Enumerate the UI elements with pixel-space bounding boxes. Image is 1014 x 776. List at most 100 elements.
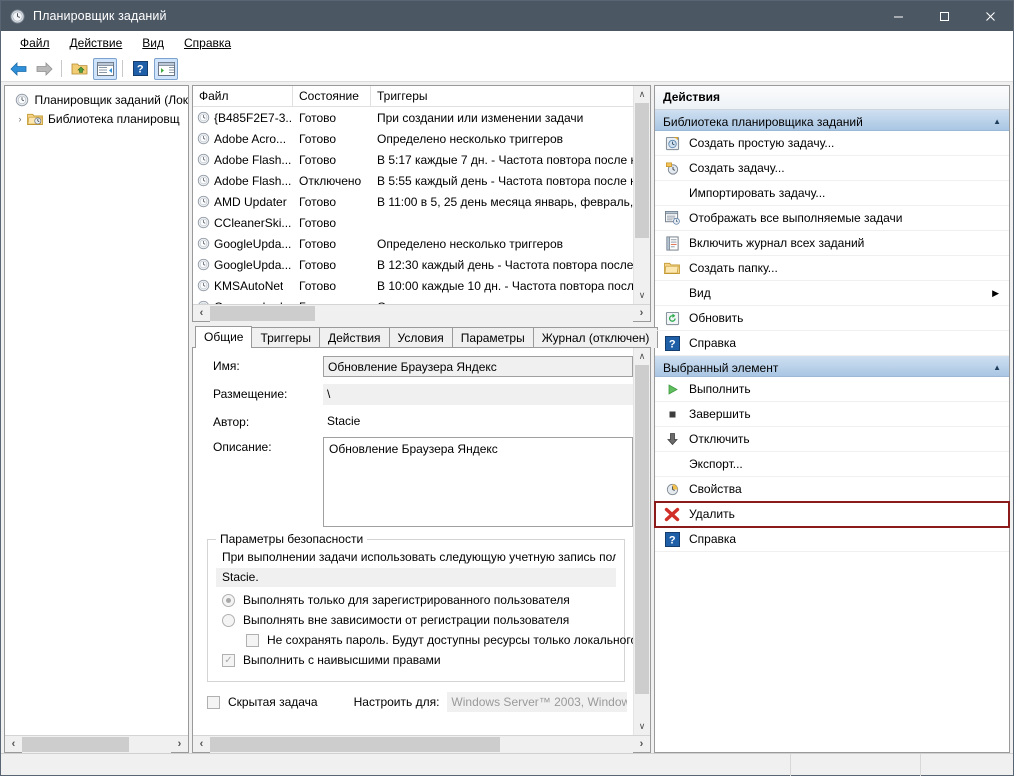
close-button[interactable] bbox=[967, 1, 1013, 31]
task-list-vscroll-thumb[interactable] bbox=[635, 103, 649, 238]
clock-icon bbox=[197, 111, 210, 124]
show-console-tree-icon[interactable] bbox=[93, 57, 117, 80]
tab-settings[interactable]: Параметры bbox=[451, 327, 534, 348]
scroll-left-icon[interactable]: ‹ bbox=[193, 305, 210, 322]
table-row[interactable]: Opera sched... Готово Определено несколь… bbox=[193, 296, 633, 304]
tab-history[interactable]: Журнал (отключен) bbox=[532, 327, 659, 348]
action-create-task[interactable]: Создать задачу... bbox=[655, 156, 1009, 181]
action-disable[interactable]: Отключить bbox=[655, 427, 1009, 452]
tab-general[interactable]: Общие bbox=[195, 326, 253, 348]
table-row[interactable]: Adobe Acro... Готово Определено нескольк… bbox=[193, 128, 633, 149]
chevron-up-icon[interactable]: ▲ bbox=[993, 363, 1001, 372]
details-vertical-scrollbar[interactable]: ∧ ∨ bbox=[633, 348, 650, 735]
menu-action[interactable]: Действие bbox=[60, 33, 133, 53]
scroll-left-icon[interactable]: ‹ bbox=[193, 736, 210, 753]
action-create-basic-task[interactable]: Создать простую задачу... bbox=[655, 131, 1009, 156]
minimize-button[interactable] bbox=[875, 1, 921, 31]
option-run-regardless[interactable]: Выполнять вне зависимости от регистрации… bbox=[222, 613, 616, 627]
action-export[interactable]: Экспорт... bbox=[655, 452, 1009, 477]
task-list-vscroll-track[interactable] bbox=[634, 103, 650, 287]
hidden-task-checkbox[interactable] bbox=[207, 695, 220, 709]
scroll-up-icon[interactable]: ∧ bbox=[634, 348, 650, 365]
tree-item-task-scheduler-library[interactable]: › Библиотека планировщ bbox=[5, 109, 188, 128]
option-do-not-store-password[interactable]: Не сохранять пароль. Будут доступны ресу… bbox=[246, 633, 633, 647]
back-arrow-icon[interactable] bbox=[6, 58, 30, 80]
action-label: Создать папку... bbox=[689, 261, 778, 275]
details-horizontal-scrollbar[interactable]: ‹ › bbox=[193, 735, 650, 753]
column-header-state[interactable]: Состояние bbox=[293, 86, 371, 106]
details-vscroll-thumb[interactable] bbox=[635, 365, 649, 694]
tab-triggers[interactable]: Триггеры bbox=[251, 327, 320, 348]
scroll-up-icon[interactable]: ∧ bbox=[634, 86, 650, 103]
tab-conditions[interactable]: Условия bbox=[388, 327, 453, 348]
menu-file[interactable]: Файл bbox=[10, 33, 60, 53]
task-list-vertical-scrollbar[interactable]: ∧ ∨ bbox=[633, 86, 650, 304]
action-properties[interactable]: Свойства bbox=[655, 477, 1009, 502]
configure-for-dropdown[interactable]: Windows Server™ 2003, Windows® bbox=[447, 692, 628, 712]
tree-horizontal-scrollbar[interactable]: ‹ › bbox=[5, 735, 188, 753]
submenu-arrow-icon[interactable]: ▶ bbox=[992, 288, 999, 299]
table-row[interactable]: CCleanerSki... Готово bbox=[193, 212, 633, 233]
action-create-folder[interactable]: Создать папку... bbox=[655, 256, 1009, 281]
scroll-right-icon[interactable]: › bbox=[633, 305, 650, 322]
menu-help[interactable]: Справка bbox=[174, 33, 241, 53]
details-hscroll-thumb[interactable] bbox=[210, 736, 500, 752]
radio-icon[interactable] bbox=[222, 613, 235, 627]
option-run-only-logged-on[interactable]: Выполнять только для зарегистрированного… bbox=[222, 593, 616, 607]
details-hscroll-track[interactable] bbox=[210, 735, 633, 753]
task-list-hscroll-track[interactable] bbox=[210, 304, 633, 322]
column-header-file[interactable]: Файл bbox=[193, 86, 293, 106]
task-list-horizontal-scrollbar[interactable]: ‹ › bbox=[193, 304, 650, 322]
checkbox-icon[interactable]: ✓ bbox=[222, 653, 235, 667]
cell-file: {B485F2E7-3... bbox=[193, 111, 293, 125]
scroll-left-icon[interactable]: ‹ bbox=[5, 736, 22, 753]
tree-hscroll-track[interactable] bbox=[22, 735, 171, 753]
scroll-right-icon[interactable]: › bbox=[171, 736, 188, 753]
action-enable-all-tasks-history[interactable]: Включить журнал всех заданий bbox=[655, 231, 1009, 256]
table-row[interactable]: KMSAutoNet Готово В 10:00 каждые 10 дн. … bbox=[193, 275, 633, 296]
actions-section-selected-item[interactable]: Выбранный элемент ▲ bbox=[655, 356, 1009, 377]
action-import-task[interactable]: Импортировать задачу... bbox=[655, 181, 1009, 206]
action-display-all-running-tasks[interactable]: Отображать все выполняемые задачи bbox=[655, 206, 1009, 231]
tab-actions[interactable]: Действия bbox=[318, 327, 390, 348]
clock-icon bbox=[197, 258, 210, 271]
name-field[interactable]: Обновление Браузера Яндекс bbox=[323, 356, 633, 377]
action-run[interactable]: Выполнить bbox=[655, 377, 1009, 402]
action-view[interactable]: Вид ▶ bbox=[655, 281, 1009, 306]
action-refresh[interactable]: Обновить bbox=[655, 306, 1009, 331]
table-row[interactable]: Adobe Flash... Готово В 5:17 каждые 7 дн… bbox=[193, 149, 633, 170]
table-row[interactable]: {B485F2E7-3... Готово При создании или и… bbox=[193, 107, 633, 128]
table-row[interactable]: GoogleUpda... Готово В 12:30 каждый день… bbox=[193, 254, 633, 275]
action-delete[interactable]: Удалить bbox=[654, 501, 1010, 528]
column-header-triggers[interactable]: Триггеры bbox=[371, 86, 633, 106]
scroll-down-icon[interactable]: ∨ bbox=[634, 287, 650, 304]
scroll-down-icon[interactable]: ∨ bbox=[634, 718, 650, 735]
details-vscroll-track[interactable] bbox=[634, 365, 650, 718]
chevron-right-icon[interactable]: › bbox=[13, 114, 27, 124]
action-label: Отключить bbox=[689, 432, 750, 446]
cell-state: Готово bbox=[299, 215, 337, 230]
table-row[interactable]: GoogleUpda... Готово Определено нескольк… bbox=[193, 233, 633, 254]
actions-section-library[interactable]: Библиотека планировщика заданий ▲ bbox=[655, 110, 1009, 131]
table-row[interactable]: Adobe Flash... Отключено В 5:55 каждый д… bbox=[193, 170, 633, 191]
option-run-with-highest-privileges[interactable]: ✓ Выполнить с наивысшими правами bbox=[222, 653, 616, 667]
cell-triggers: В 12:30 каждый день - Частота повтора по… bbox=[377, 257, 633, 272]
chevron-up-icon[interactable]: ▲ bbox=[993, 117, 1001, 126]
maximize-button[interactable] bbox=[921, 1, 967, 31]
task-list-main: Файл Состояние Триггеры {B485F2E7-3... Г… bbox=[193, 86, 650, 304]
action-help-library[interactable]: ? Справка bbox=[655, 331, 1009, 356]
help-icon[interactable]: ? bbox=[128, 58, 152, 80]
action-help-selected[interactable]: ? Справка bbox=[655, 527, 1009, 552]
folder-up-icon[interactable] bbox=[67, 58, 91, 80]
tree-item-task-scheduler-local[interactable]: Планировщик заданий (Лок bbox=[5, 90, 188, 109]
checkbox-icon[interactable] bbox=[246, 633, 259, 647]
description-field[interactable]: Обновление Браузера Яндекс bbox=[323, 437, 633, 527]
table-row[interactable]: AMD Updater Готово В 11:00 в 5, 25 день … bbox=[193, 191, 633, 212]
task-list-hscroll-thumb[interactable] bbox=[210, 305, 315, 321]
tree-hscroll-thumb[interactable] bbox=[22, 736, 129, 752]
action-end[interactable]: Завершить bbox=[655, 402, 1009, 427]
scroll-right-icon[interactable]: › bbox=[633, 736, 650, 753]
radio-icon[interactable] bbox=[222, 593, 235, 607]
show-action-pane-icon[interactable] bbox=[154, 57, 178, 80]
menu-view[interactable]: Вид bbox=[132, 33, 174, 53]
